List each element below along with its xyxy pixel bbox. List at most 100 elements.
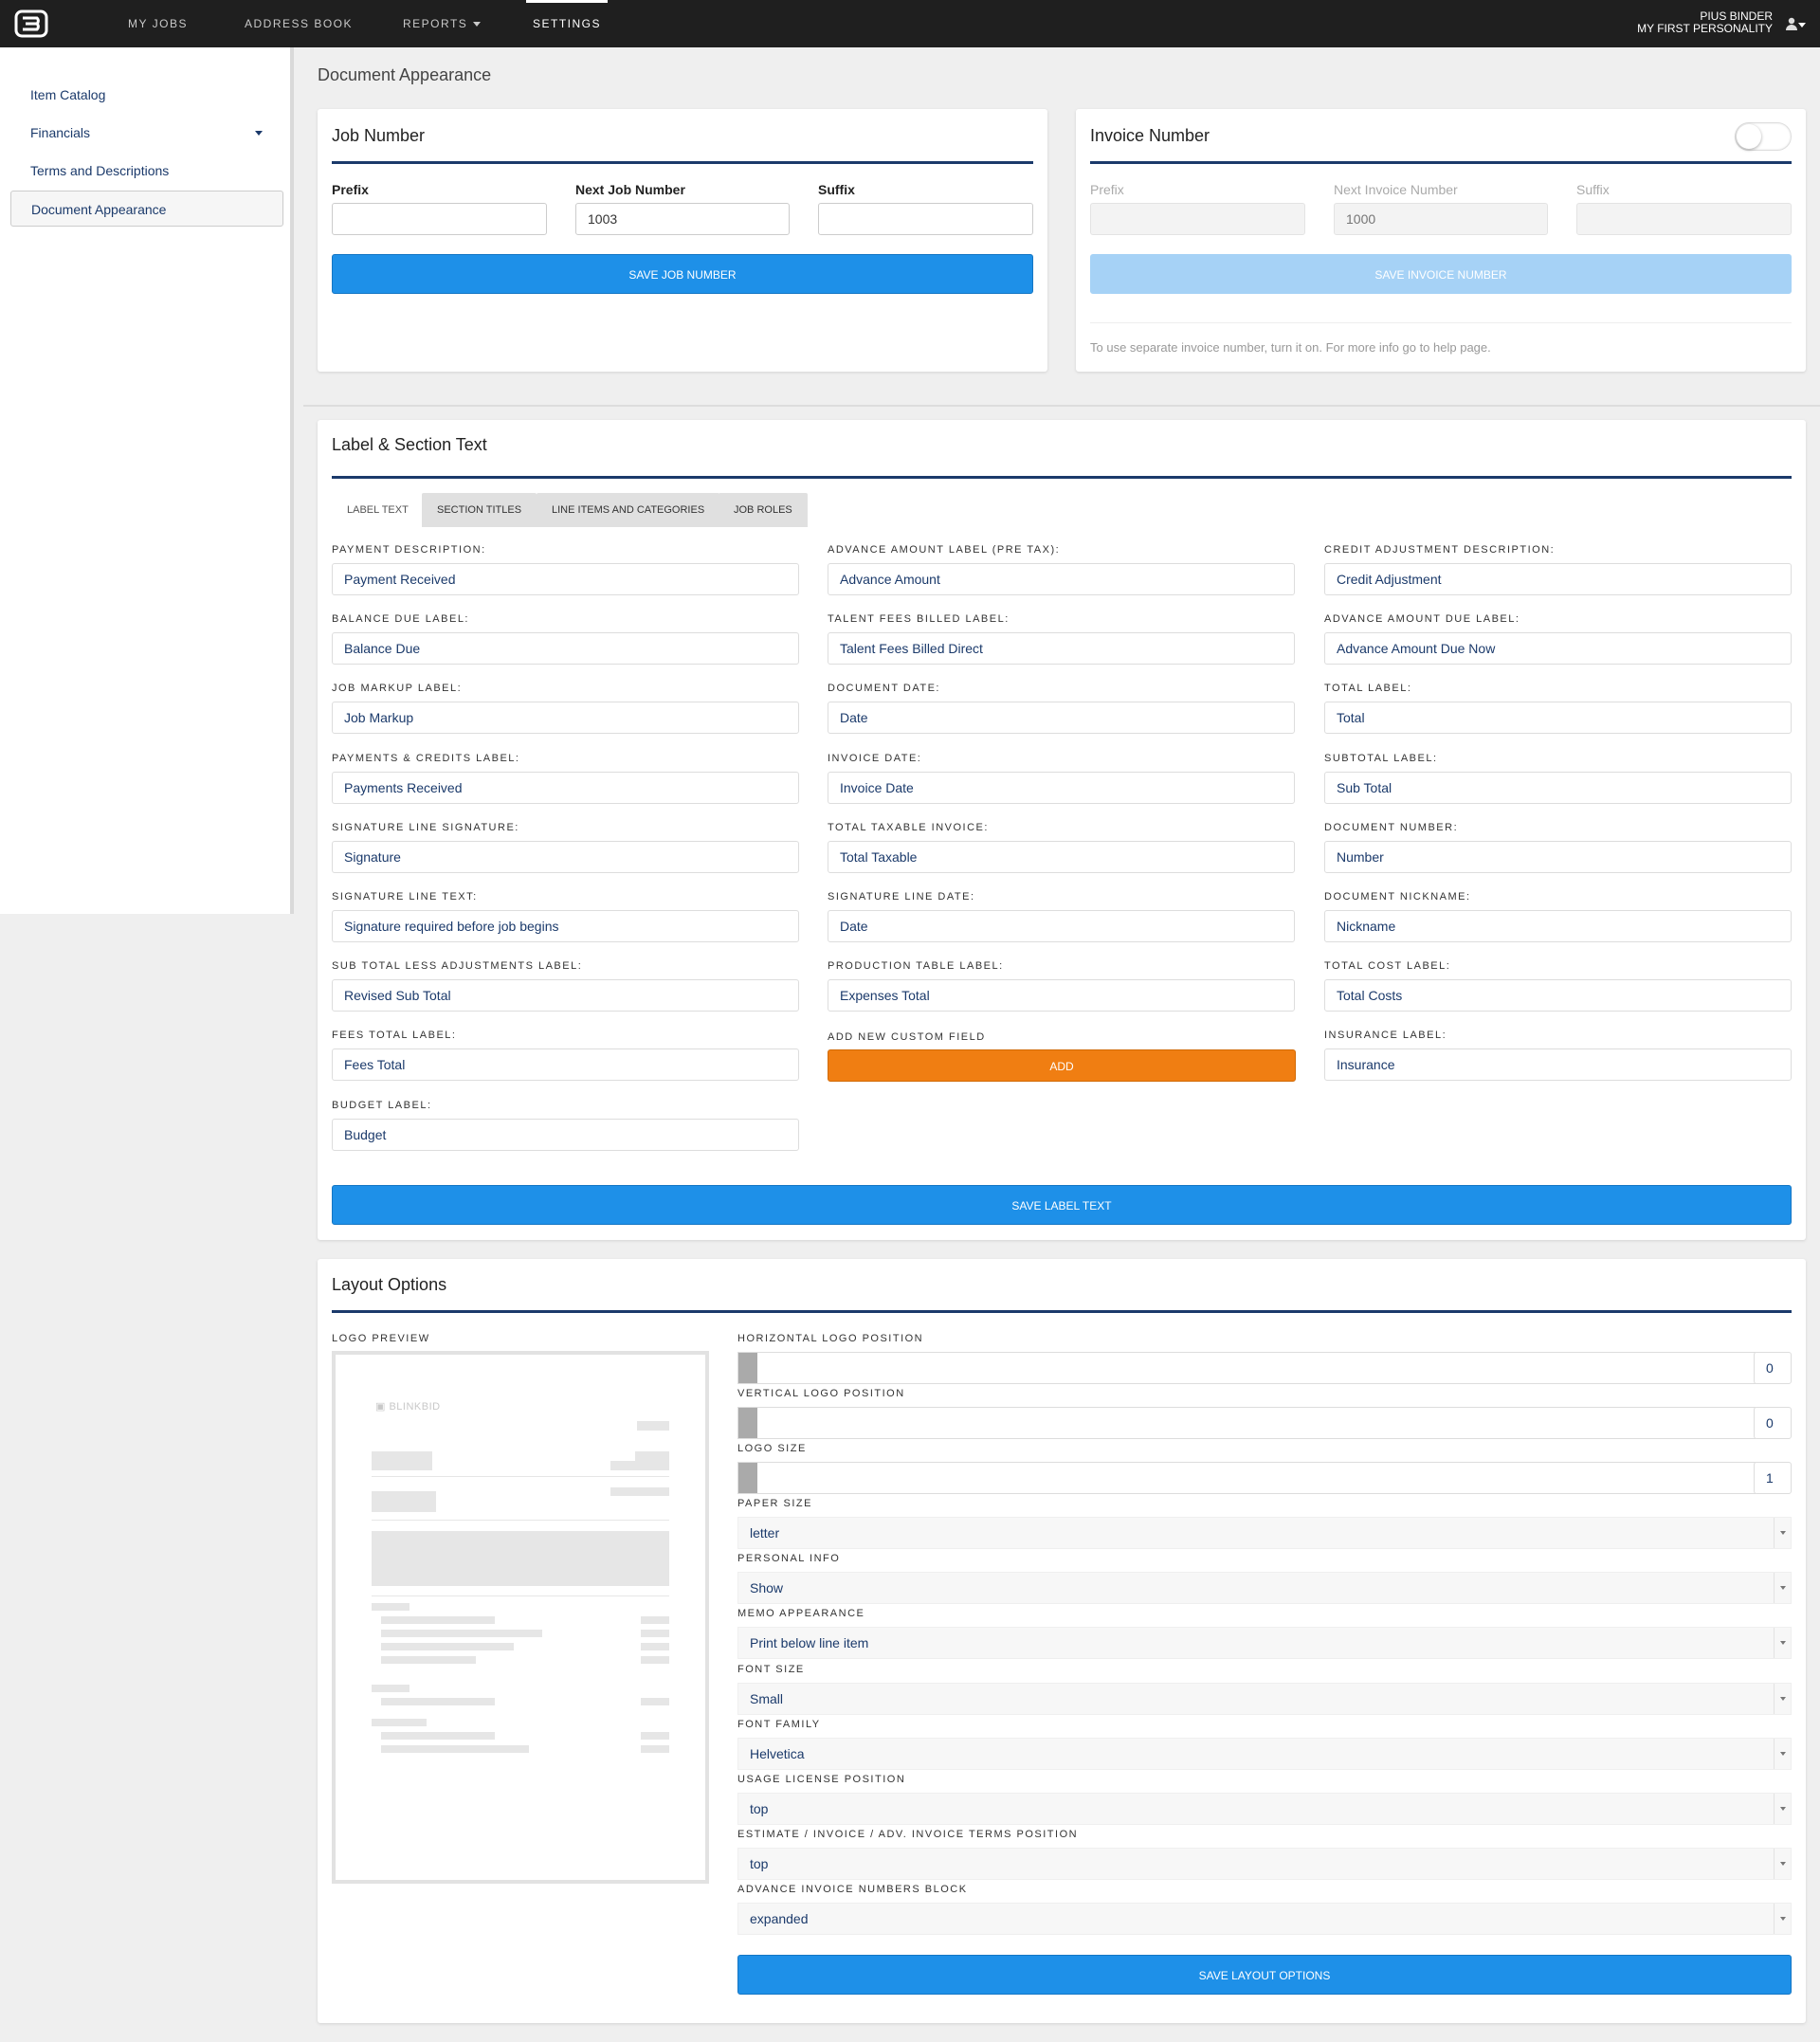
sidebar-item-item-catalog[interactable]: Item Catalog (10, 77, 283, 113)
invoice-suffix-input[interactable] (1576, 203, 1792, 235)
field-label: ADVANCE AMOUNT DUE LABEL: (1324, 613, 1520, 626)
label-text-input[interactable] (828, 632, 1295, 665)
layout-option-select[interactable]: top (737, 1848, 1792, 1881)
select-dropdown-arrow[interactable] (1774, 1683, 1791, 1714)
slider-handle[interactable] (738, 1463, 757, 1493)
layout-option-select[interactable]: top (737, 1793, 1792, 1825)
select-dropdown-arrow[interactable] (1774, 1738, 1791, 1769)
sidebar-item-document-appearance[interactable]: Document Appearance (10, 191, 283, 227)
label-text-input[interactable] (828, 840, 1295, 873)
user-menu[interactable]: PIUS BINDER MY FIRST PERSONALITY (1637, 10, 1773, 35)
tab-line-items-and-categories[interactable]: LINE ITEMS AND CATEGORIES (537, 493, 720, 527)
label-text-input[interactable] (332, 702, 799, 735)
label-text-input[interactable] (332, 910, 799, 942)
select-dropdown-arrow[interactable] (1774, 1904, 1791, 1935)
logo-size-slider[interactable] (737, 1462, 1756, 1494)
chevron-down-icon (1780, 1807, 1786, 1811)
save-invoice-number-button[interactable]: SAVE INVOICE NUMBER (1090, 254, 1792, 294)
job-prefix-input[interactable] (332, 203, 547, 235)
invoice-prefix-input[interactable] (1090, 203, 1305, 235)
preview-block (381, 1656, 476, 1664)
sidebar-item-financials[interactable]: Financials (10, 115, 283, 151)
select-dropdown-arrow[interactable] (1774, 1794, 1791, 1824)
select-dropdown-arrow[interactable] (1774, 1628, 1791, 1659)
nav-my-jobs[interactable]: MY JOBS (128, 0, 188, 47)
horizontal-logo-position-value[interactable]: 0 (1754, 1352, 1792, 1384)
select-dropdown-arrow[interactable] (1774, 1849, 1791, 1880)
next-job-number-input[interactable] (575, 203, 790, 235)
invoice-number-toggle[interactable] (1735, 122, 1792, 151)
label-text-input[interactable] (1324, 632, 1792, 665)
label-text-input[interactable] (828, 979, 1295, 1012)
label-text-input[interactable] (1324, 840, 1792, 873)
save-layout-options-button[interactable]: SAVE LAYOUT OPTIONS (737, 1955, 1792, 1995)
label-text-input[interactable] (332, 1118, 799, 1151)
vertical-logo-position-value[interactable]: 0 (1754, 1407, 1792, 1439)
job-suffix-input[interactable] (818, 203, 1033, 235)
brand-logo-icon[interactable] (14, 9, 48, 38)
select-dropdown-arrow[interactable] (1774, 1573, 1791, 1604)
sidebar-item-terms[interactable]: Terms and Descriptions (10, 153, 283, 189)
label-text-input[interactable] (828, 702, 1295, 735)
label-text-input[interactable] (332, 771, 799, 804)
label-text-input[interactable] (332, 840, 799, 873)
layout-option-select[interactable]: Show (737, 1572, 1792, 1605)
select-label: FONT SIZE (737, 1663, 805, 1675)
top-navbar: MY JOBS ADDRESS BOOK REPORTS SETTINGS PI… (0, 0, 1820, 47)
field-label: PRODUCTION TABLE LABEL: (828, 960, 1004, 973)
horizontal-logo-position-slider[interactable] (737, 1352, 1756, 1384)
title-divider (332, 476, 1792, 479)
next-job-number-label: Next Job Number (575, 182, 685, 197)
label-text-input[interactable] (332, 1048, 799, 1082)
slider-handle[interactable] (738, 1408, 757, 1438)
preview-block (610, 1487, 669, 1496)
divider (1090, 322, 1792, 323)
layout-option-select[interactable]: letter (737, 1517, 1792, 1549)
user-company: MY FIRST PERSONALITY (1637, 22, 1773, 35)
select-dropdown-arrow[interactable] (1774, 1518, 1791, 1548)
tab-job-roles[interactable]: JOB ROLES (719, 493, 808, 527)
preview-block (372, 1531, 669, 1586)
nav-reports[interactable]: REPORTS (403, 0, 482, 47)
field-label: BUDGET LABEL: (332, 1099, 432, 1111)
field-label: TOTAL COST LABEL: (1324, 960, 1451, 973)
field-label: CREDIT ADJUSTMENT DESCRIPTION: (1324, 544, 1556, 556)
layout-option-select[interactable]: Helvetica (737, 1737, 1792, 1770)
preview-block (641, 1745, 669, 1753)
field-label: DOCUMENT NUMBER: (1324, 821, 1459, 833)
chevron-down-icon (1780, 1751, 1786, 1756)
tab-section-titles[interactable]: SECTION TITLES (422, 493, 537, 527)
label-text-input[interactable] (332, 632, 799, 665)
layout-option-select[interactable]: Small (737, 1682, 1792, 1715)
user-icon[interactable] (1786, 17, 1797, 30)
label-text-input[interactable] (1324, 702, 1792, 735)
label-text-input[interactable] (1324, 1048, 1792, 1082)
label-text-input[interactable] (1324, 771, 1792, 804)
save-job-number-button[interactable]: SAVE JOB NUMBER (332, 254, 1033, 294)
label-text-input[interactable] (1324, 563, 1792, 595)
tab-label-text[interactable]: LABEL TEXT (332, 493, 424, 527)
preview-block (641, 1732, 669, 1740)
label-text-input[interactable] (1324, 910, 1792, 942)
label-text-input[interactable] (828, 563, 1295, 595)
label-text-input[interactable] (1324, 979, 1792, 1012)
nav-settings[interactable]: SETTINGS (526, 0, 609, 47)
label-section-title: Label & Section Text (332, 435, 487, 454)
add-custom-field-button[interactable]: ADD (828, 1049, 1296, 1082)
slider-handle[interactable] (738, 1353, 757, 1383)
label-text-input[interactable] (828, 771, 1295, 804)
nav-address-book[interactable]: ADDRESS BOOK (245, 0, 353, 47)
save-label-text-button[interactable]: SAVE LABEL TEXT (332, 1185, 1792, 1225)
preview-block (641, 1630, 669, 1637)
vertical-logo-position-slider[interactable] (737, 1407, 1756, 1439)
invoice-number-title: Invoice Number (1090, 126, 1210, 145)
chevron-down-icon[interactable] (1798, 23, 1806, 27)
label-text-input[interactable] (828, 910, 1295, 942)
next-invoice-number-input[interactable] (1334, 203, 1548, 235)
logo-size-value[interactable]: 1 (1754, 1462, 1792, 1494)
layout-option-select[interactable]: expanded (737, 1903, 1792, 1936)
label-text-input[interactable] (332, 563, 799, 595)
layout-option-select[interactable]: Print below line item (737, 1627, 1792, 1660)
preview-rule (372, 1476, 669, 1477)
label-text-input[interactable] (332, 979, 799, 1012)
